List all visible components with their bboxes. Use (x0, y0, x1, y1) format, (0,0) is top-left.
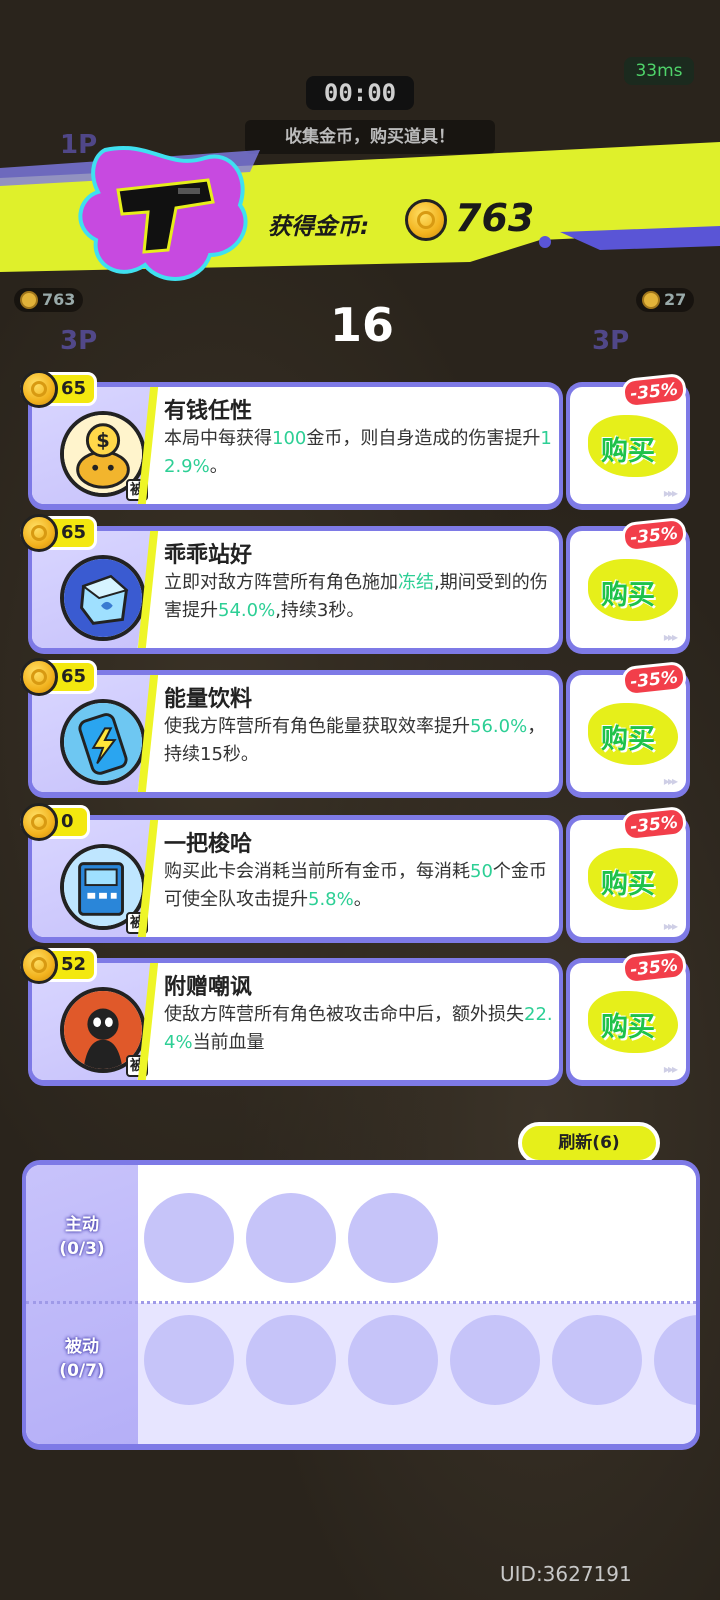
price-value: 52 (61, 954, 87, 975)
passive-slot-2[interactable] (246, 1315, 336, 1405)
active-slot-3[interactable] (348, 1193, 438, 1283)
passive-slot-count: (0/7) (59, 1361, 105, 1381)
shop-card[interactable]: 被附赠嘲讽 使敌方阵营所有角色被攻击命中后，额外损失22.4%当前血量 购买 ▸▸▸ -… (20, 946, 690, 1086)
card-content: $ 被 有钱任性 本局中每获得100金币，则自身造成的伤害提升12.9%。 (32, 387, 559, 504)
card-title: 乖乖站好 (164, 543, 253, 568)
shop-countdown: 16 (330, 298, 395, 352)
passive-badge: 被 (126, 479, 148, 501)
shop-card[interactable]: 能量饮料 使我方阵营所有角色能量获取效率提升56.0%，持续15秒。 购买 ▸▸▸ -3… (20, 658, 690, 798)
price-value: 65 (61, 666, 87, 687)
match-timer: 00:00 (306, 76, 414, 110)
price-tag: 52 (20, 946, 98, 984)
card-body: 被 附赠嘲讽 使敌方阵营所有角色被攻击命中后，额外损失22.4%当前血量 (28, 958, 563, 1086)
buy-label[interactable]: 购买 (570, 717, 686, 756)
card-content: 被 附赠嘲讽 使敌方阵营所有角色被攻击命中后，额外损失22.4%当前血量 (32, 963, 559, 1080)
desc-text: 金币，则自身造成的伤害提升 (306, 428, 541, 449)
desc-text: 当前血量 (192, 1032, 265, 1053)
coin-icon (20, 658, 58, 696)
coin-icon (20, 946, 58, 984)
card-description: 使我方阵营所有角色能量获取效率提升56.0%，持续15秒。 (164, 713, 559, 769)
price-tag: 65 (20, 514, 98, 552)
passive-slot-1[interactable] (144, 1315, 234, 1405)
card-body: $ 被 有钱任性 本局中每获得100金币，则自身造成的伤害提升12.9%。 (28, 382, 563, 510)
active-slots-label: 主动 (0/3) (26, 1213, 138, 1261)
arrows-decoration: ▸▸▸ (663, 1062, 678, 1076)
svg-text:$: $ (96, 429, 110, 452)
card-body: 能量饮料 使我方阵营所有角色能量获取效率提升56.0%，持续15秒。 (28, 670, 563, 798)
player-tag-3p-right: 3P (592, 326, 630, 356)
price-tag: 65 (20, 370, 98, 408)
arrows-decoration: ▸▸▸ (663, 486, 678, 500)
price-tag: 65 (20, 658, 98, 696)
desc-text: 。 (209, 456, 228, 477)
passive-slot-3[interactable] (348, 1315, 438, 1405)
highlight-value: 100 (272, 428, 307, 449)
card-description: 本局中每获得100金币，则自身造成的伤害提升12.9%。 (164, 425, 559, 481)
coin-icon (20, 803, 58, 841)
passive-label-text: 被动 (65, 1337, 99, 1357)
buy-label[interactable]: 购买 (570, 1005, 686, 1044)
price-value: 65 (61, 522, 87, 543)
card-title: 有钱任性 (164, 399, 253, 424)
coins-earned-label: 获得金币: (268, 214, 370, 240)
shop-card[interactable]: 乖乖站好 立即对敌方阵营所有角色施加冻结,期间受到的伤害提升54.0%,持续3秒。… (20, 514, 690, 654)
card-title: 能量饮料 (164, 687, 253, 712)
coins-earned-amount: 763 (455, 196, 535, 240)
equipped-skills-panel: 主动 (0/3) 被动 (0/7) (22, 1160, 700, 1450)
coin-icon (20, 514, 58, 552)
buy-label[interactable]: 购买 (570, 429, 686, 468)
desc-text: 本局中每获得 (164, 428, 272, 449)
highlight-value: 冻结 (398, 572, 434, 593)
highlight-value: 56.0% (470, 716, 528, 737)
card-content: 乖乖站好 立即对敌方阵营所有角色施加冻结,期间受到的伤害提升54.0%,持续3秒。 (32, 531, 559, 648)
card-body: 乖乖站好 立即对敌方阵营所有角色施加冻结,期间受到的伤害提升54.0%,持续3秒。 (28, 526, 563, 654)
passive-badge: 被 (126, 1055, 148, 1077)
passive-badge: 被 (126, 912, 148, 934)
card-description: 使敌方阵营所有角色被攻击命中后，额外损失22.4%当前血量 (164, 1001, 559, 1057)
coin-icon (20, 370, 58, 408)
active-slot-2[interactable] (246, 1193, 336, 1283)
row-divider (26, 1301, 696, 1304)
player-tag-3p-left: 3P (60, 326, 98, 356)
card-title: 附赠嘲讽 (164, 975, 253, 1000)
desc-text: ,持续3秒。 (275, 600, 365, 621)
slot-labels-column (26, 1165, 138, 1444)
price-value: 0 (61, 811, 74, 832)
ping-indicator: 33ms (624, 57, 694, 85)
passive-slot-5[interactable] (552, 1315, 642, 1405)
highlight-value: 5.8% (308, 889, 354, 910)
card-description: 购买此卡会消耗当前所有金币，每消耗50个金币可使全队攻击提升5.8%。 (164, 858, 559, 914)
buy-label[interactable]: 购买 (570, 573, 686, 612)
shop-card[interactable]: 被 一把梭哈 购买此卡会消耗当前所有金币，每消耗50个金币可使全队攻击提升5.8%。… (20, 803, 690, 943)
price-value: 65 (61, 378, 87, 399)
arrows-decoration: ▸▸▸ (663, 630, 678, 644)
desc-text: 购买此卡会消耗当前所有金币，每消耗 (164, 861, 470, 882)
ice-cube-icon (60, 555, 146, 641)
highlight-value: 50 (470, 861, 493, 882)
refresh-button[interactable]: 刷新(6) (518, 1122, 660, 1164)
active-slot-1[interactable] (144, 1193, 234, 1283)
card-description: 立即对敌方阵营所有角色施加冻结,期间受到的伤害提升54.0%,持续3秒。 (164, 569, 559, 625)
shop-card[interactable]: $ 被有钱任性 本局中每获得100金币，则自身造成的伤害提升12.9%。 购买 ▸▸▸ -… (20, 370, 690, 510)
desc-text: 。 (353, 889, 372, 910)
desc-text: 使敌方阵营所有角色被攻击命中后，额外损失 (164, 1004, 524, 1025)
card-content: 被 一把梭哈 购买此卡会消耗当前所有金币，每消耗50个金币可使全队攻击提升5.8%。 (32, 820, 559, 937)
passive-slot-4[interactable] (450, 1315, 540, 1405)
card-title: 一把梭哈 (164, 832, 253, 857)
highlight-value: 54.0% (218, 600, 276, 621)
coin-icon (405, 199, 447, 241)
active-label-text: 主动 (65, 1215, 99, 1235)
desc-text: 立即对敌方阵营所有角色施加 (164, 572, 398, 593)
price-tag: 0 (20, 803, 90, 841)
card-body: 被 一把梭哈 购买此卡会消耗当前所有金币，每消耗50个金币可使全队攻击提升5.8%。 (28, 815, 563, 943)
energy-drink-icon (60, 699, 146, 785)
arrows-decoration: ▸▸▸ (663, 774, 678, 788)
active-slot-count: (0/3) (59, 1239, 105, 1259)
desc-text: 使我方阵营所有角色能量获取效率提升 (164, 716, 470, 737)
passive-slots-label: 被动 (0/7) (26, 1335, 138, 1383)
user-id: UID:3627191 (500, 1562, 632, 1586)
buy-label[interactable]: 购买 (570, 862, 686, 901)
card-content: 能量饮料 使我方阵营所有角色能量获取效率提升56.0%，持续15秒。 (32, 675, 559, 792)
arrows-decoration: ▸▸▸ (663, 919, 678, 933)
